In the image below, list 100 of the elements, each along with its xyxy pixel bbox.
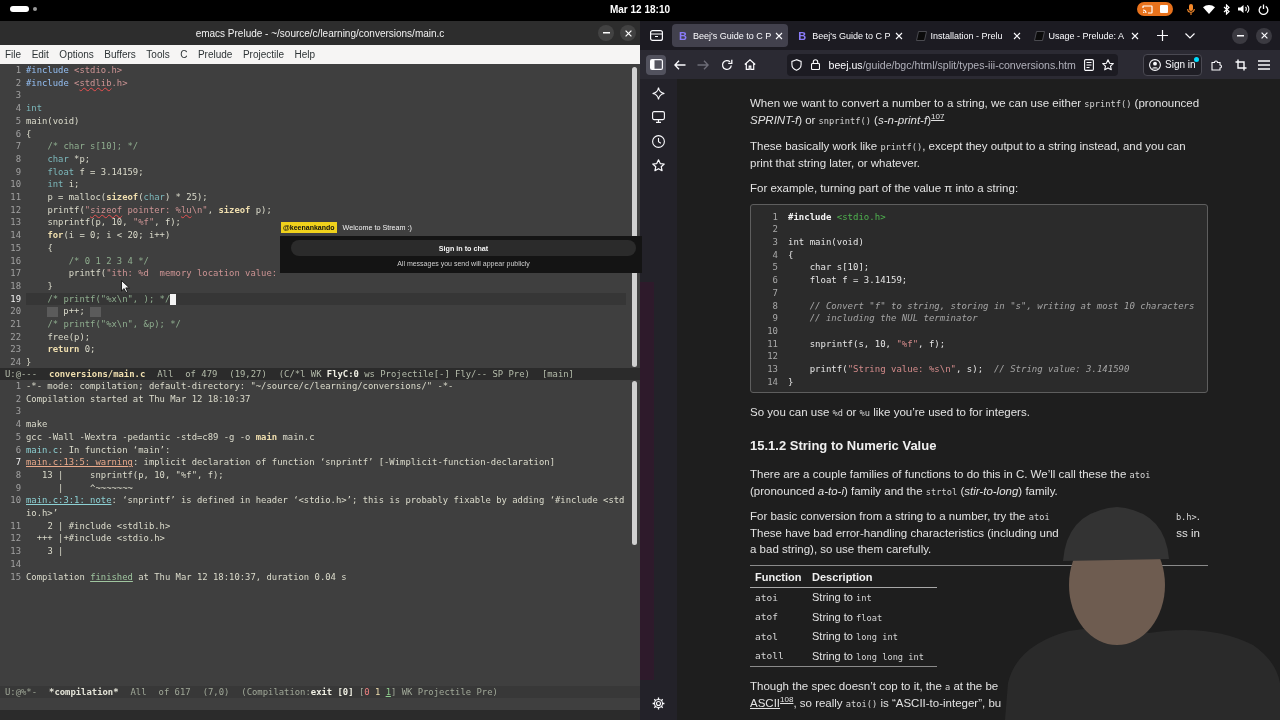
minibuffer-field[interactable] bbox=[0, 698, 640, 710]
reader-view-icon[interactable] bbox=[1083, 58, 1094, 71]
code-line: return 0; bbox=[47, 344, 96, 355]
code-line: /* 0 1 2 3 4 */ bbox=[68, 255, 149, 266]
footnote-link[interactable]: 107 bbox=[931, 112, 945, 122]
output-line: main.c:13:5: warning: implicit declaration of function ‘snprintf’ [-Wimplicit-function-declaration] bbox=[26, 457, 555, 468]
close-button[interactable] bbox=[620, 25, 636, 41]
line-number: 1 bbox=[771, 210, 778, 224]
code-line: /* printf("%x\n", ); */ bbox=[47, 293, 171, 304]
menu-item[interactable]: Tools bbox=[146, 49, 170, 60]
shield-icon[interactable] bbox=[791, 58, 802, 71]
minimize-icon[interactable] bbox=[602, 32, 610, 34]
close-icon[interactable] bbox=[775, 31, 784, 40]
home-icon[interactable] bbox=[744, 59, 756, 70]
code-line: snprintf(s, 10, "%f", f); bbox=[809, 338, 946, 349]
menu-item[interactable]: Prelude bbox=[197, 49, 233, 60]
line-number: 9 bbox=[14, 165, 21, 179]
menu-item[interactable]: Projectile bbox=[242, 49, 285, 60]
sidebar-icon[interactable] bbox=[649, 59, 663, 70]
text-fragment: ss in bbox=[1176, 526, 1200, 542]
menu-item[interactable]: Edit bbox=[31, 49, 49, 60]
output-line: gcc -Wall -Wextra -pedantic -std=c89 -g -o main main.c bbox=[26, 431, 315, 442]
menu-item[interactable]: C bbox=[180, 49, 188, 60]
line-number: 15 bbox=[9, 570, 21, 584]
power-icon[interactable] bbox=[1258, 3, 1269, 15]
close-icon[interactable] bbox=[1012, 31, 1021, 40]
code-line: int i; bbox=[47, 179, 80, 190]
menu-item[interactable]: Buffers bbox=[104, 49, 136, 60]
tab-overview-icon[interactable] bbox=[649, 30, 663, 41]
line-number: 6 bbox=[14, 443, 21, 457]
mouse-pointer-icon bbox=[121, 280, 130, 293]
favicon-icon bbox=[915, 30, 927, 41]
menu-item[interactable]: Options bbox=[59, 49, 94, 60]
browser-tab[interactable]: B Beej's Guide to C P bbox=[791, 24, 908, 47]
minimize-button[interactable] bbox=[1232, 27, 1248, 44]
code-line: #include <stdlib.h> bbox=[26, 77, 128, 88]
paragraph: These basically work like printf(), except they output to a string instead, and you can print that string later, or whatever. bbox=[750, 139, 1187, 171]
code-line: } bbox=[26, 357, 32, 368]
address-bar[interactable]: beej.us/guide/bgc/html/split/types-iii-conversions.htm bbox=[786, 53, 1118, 76]
star-icon[interactable] bbox=[1101, 58, 1114, 71]
close-icon[interactable] bbox=[1130, 31, 1139, 40]
close-icon[interactable] bbox=[1260, 32, 1268, 39]
line-number: 18 bbox=[9, 279, 21, 293]
screencast-button[interactable] bbox=[1137, 2, 1173, 16]
menu-item[interactable]: File bbox=[5, 49, 22, 60]
minimize-button[interactable] bbox=[598, 25, 614, 41]
browser-tab[interactable]: Installation - Prelu bbox=[910, 24, 1026, 47]
star-icon[interactable] bbox=[652, 159, 665, 172]
close-icon[interactable] bbox=[624, 29, 632, 37]
line-number: 8 bbox=[14, 152, 21, 166]
output-line: 3 | bbox=[47, 546, 64, 557]
monitor-icon[interactable] bbox=[652, 111, 665, 123]
table-header-cell: Function bbox=[750, 566, 807, 588]
section-heading: 15.1.2 String to Numeric Value bbox=[750, 437, 938, 456]
paragraph-line: ASCII$^{108}$, so really atoi() is “ASCII-to-integer”, bu bbox=[750, 695, 1002, 712]
line-number: 1 bbox=[14, 64, 21, 77]
menu-item[interactable]: Help bbox=[294, 49, 316, 60]
chevron-down-icon[interactable] bbox=[1184, 32, 1195, 39]
browser-tab[interactable]: Usage - Prelude: A bbox=[1028, 24, 1144, 47]
wifi-icon[interactable] bbox=[1203, 4, 1215, 14]
menu-icon[interactable] bbox=[1258, 59, 1271, 70]
text-cursor bbox=[170, 293, 176, 305]
close-icon[interactable] bbox=[894, 31, 903, 40]
line-number: 10 bbox=[9, 494, 21, 508]
line-number: 6 bbox=[14, 127, 21, 141]
link[interactable]: ASCII bbox=[750, 697, 781, 710]
volume-icon[interactable] bbox=[1238, 4, 1250, 14]
clock[interactable]: Mar 12 18:10 bbox=[609, 3, 670, 15]
footnote-link[interactable]: 108 bbox=[780, 695, 794, 705]
minimize-icon[interactable] bbox=[1236, 34, 1244, 37]
back-arrow-icon[interactable] bbox=[673, 59, 686, 70]
sparkle-icon[interactable] bbox=[652, 86, 665, 100]
line-number: 8 bbox=[14, 468, 21, 482]
clock-icon[interactable] bbox=[652, 134, 665, 148]
line-number: 5 bbox=[14, 430, 21, 444]
code-line: for(i = 0; i < 20; i++) bbox=[47, 230, 171, 241]
sign-in-button[interactable]: Sign in bbox=[1143, 53, 1202, 76]
line-number: 7 bbox=[14, 140, 21, 153]
sidebar-button[interactable] bbox=[646, 54, 666, 75]
browser-tab[interactable]: B Beej's Guide to C P bbox=[672, 24, 789, 47]
line-number: 4 bbox=[14, 418, 21, 431]
line-number: 24 bbox=[9, 356, 21, 368]
line-number: 7 bbox=[771, 286, 778, 300]
line-number: 3 bbox=[771, 236, 778, 249]
bluetooth-icon[interactable] bbox=[1223, 3, 1230, 15]
code-line: int main(void) bbox=[788, 237, 864, 247]
microphone-icon[interactable] bbox=[1187, 3, 1195, 15]
line-number: 4 bbox=[14, 102, 21, 115]
output-line: main.c:3:1: note: ‘snprintf’ is defined in header ‘<stdio.h>’; this is probably fixable by adding ‘#include <stdio.h>’ bbox=[26, 495, 625, 519]
scrollbar-thumb[interactable] bbox=[632, 381, 637, 545]
line-number: 13 bbox=[766, 363, 778, 376]
lock-icon[interactable] bbox=[811, 59, 820, 70]
settings-icon[interactable] bbox=[652, 696, 665, 710]
line-number: 14 bbox=[9, 229, 21, 242]
code-line: main(void) bbox=[26, 115, 80, 126]
activities-icon[interactable] bbox=[10, 6, 38, 12]
plus-icon[interactable] bbox=[1157, 30, 1169, 41]
mode-line-text: (C/*l WK FlyC:0 ws Projectile[-] Fly/-- SP Pre) bbox=[278, 368, 530, 380]
line-number: 11 bbox=[9, 519, 21, 533]
close-button[interactable] bbox=[1256, 27, 1272, 44]
